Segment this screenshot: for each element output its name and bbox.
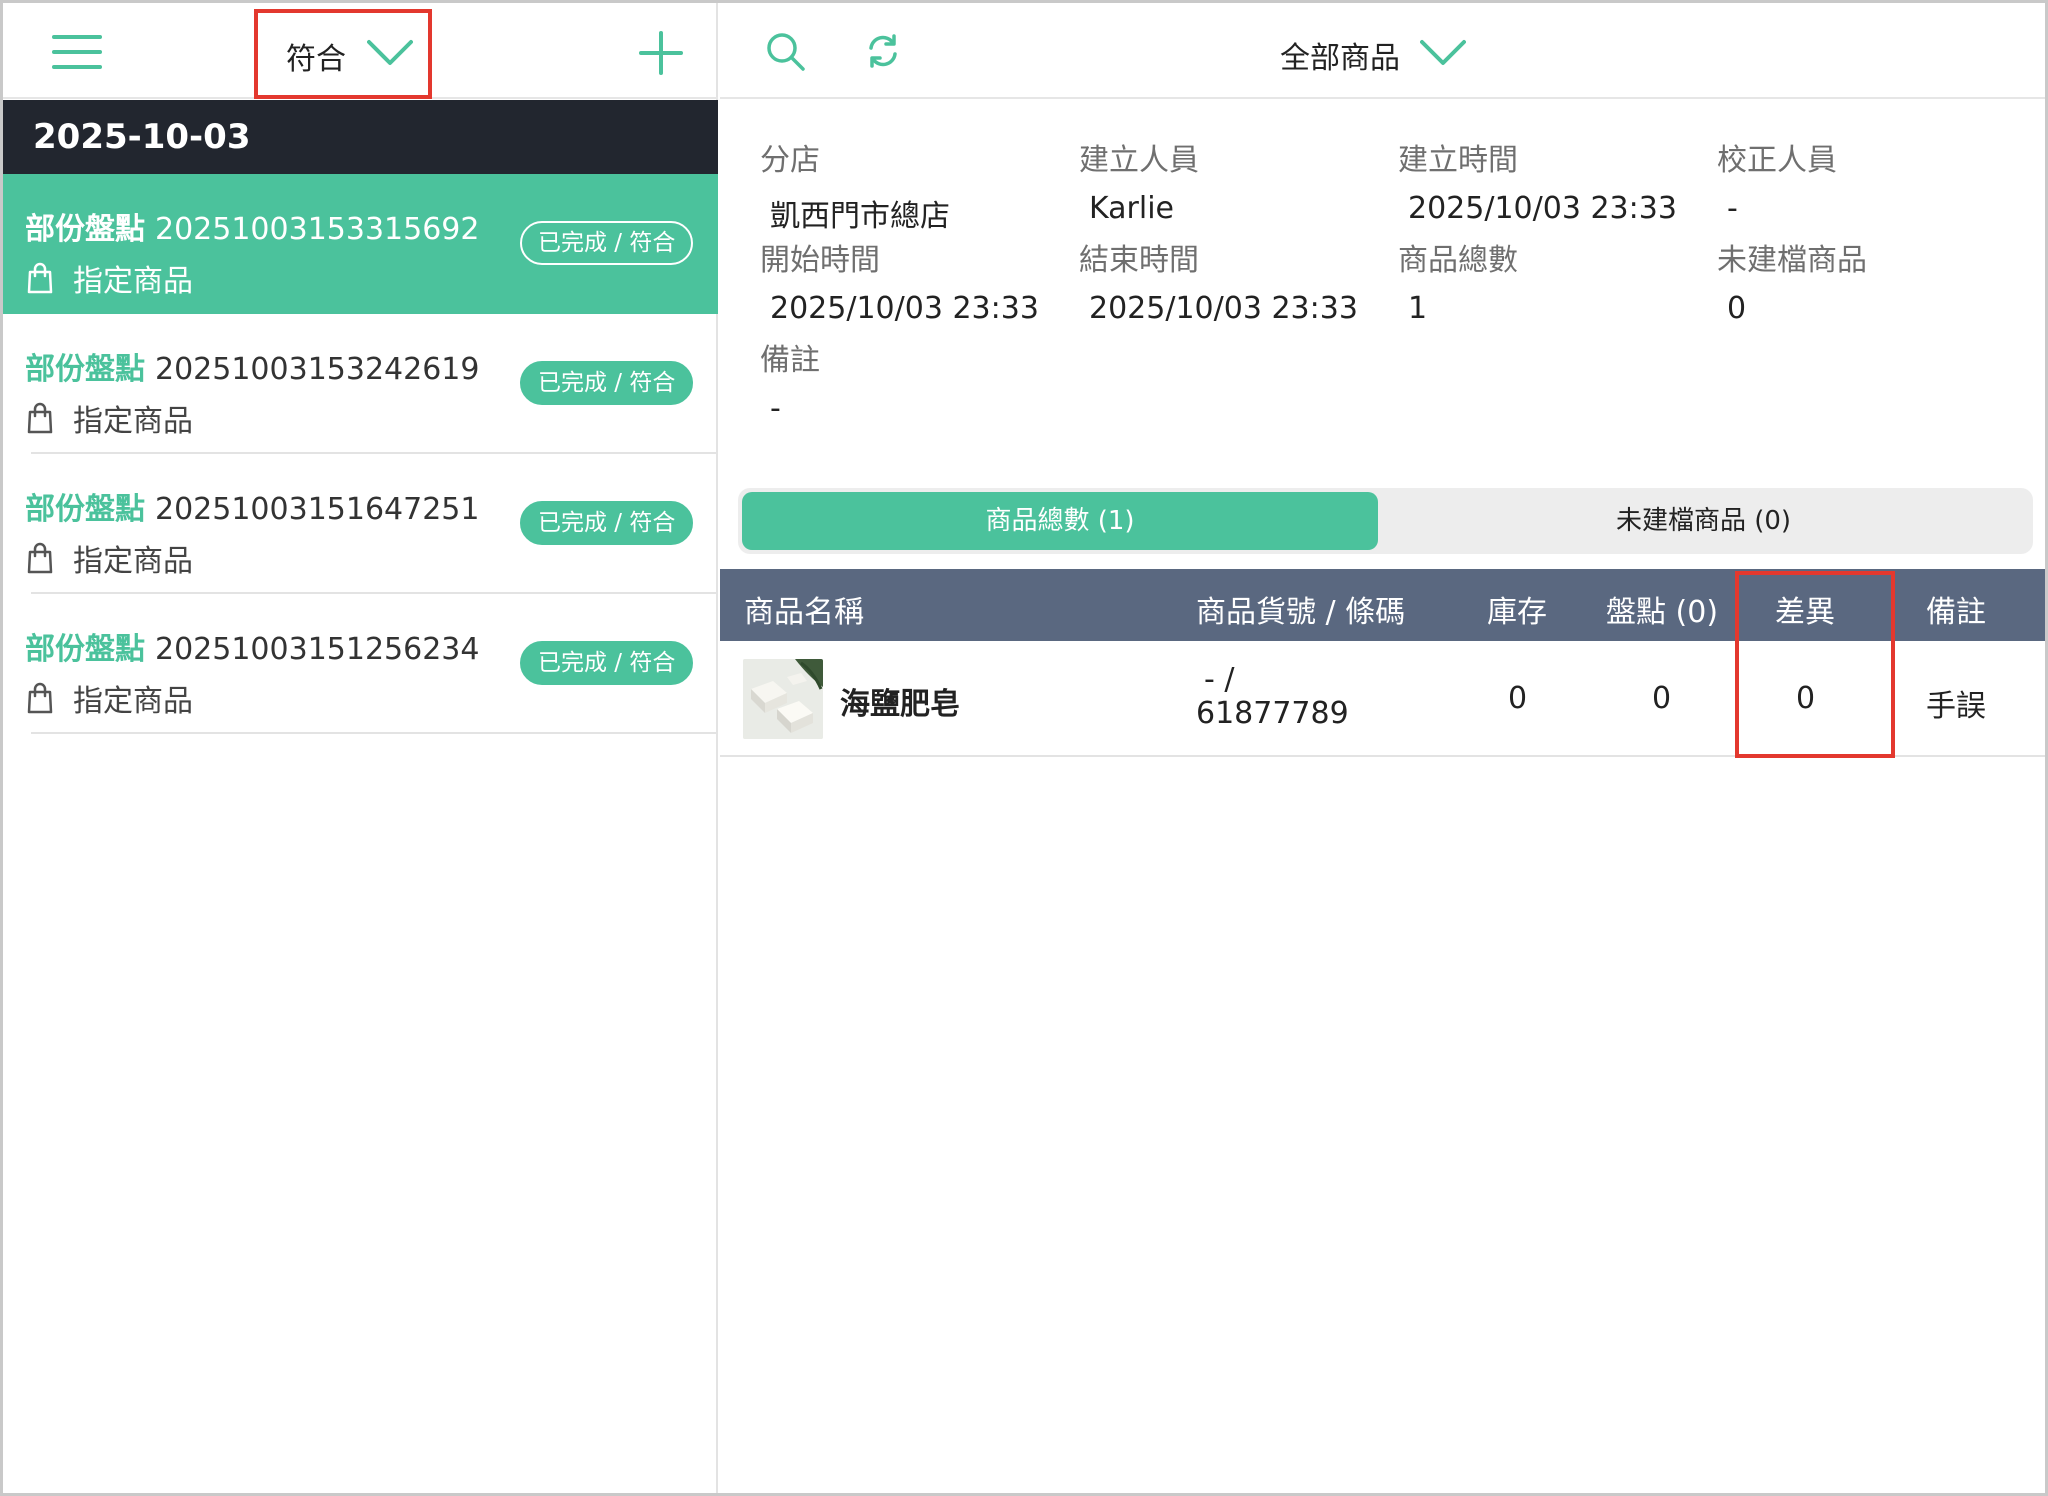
menu-icon[interactable] [52, 35, 102, 71]
detail-pane: 全部商品 分店 凱西門市總店 建立人員 Karlie 建立時間 2025/10/… [720, 3, 2045, 1493]
add-icon[interactable] [639, 31, 683, 75]
record-number: 20251003151647251 [155, 492, 480, 527]
info-branch: 分店 凱西門市總店 [760, 135, 950, 235]
status-filter-label: 符合 [286, 42, 346, 77]
search-icon[interactable] [766, 32, 806, 72]
record-subtitle-text: 指定商品 [73, 404, 193, 439]
stock-value: 0 [1508, 681, 1528, 716]
info-start-time: 開始時間 2025/10/03 23:33 [760, 235, 1039, 326]
record-title: 部份盤點 20251003151647251 [25, 484, 479, 528]
left-header: 符合 [3, 3, 718, 99]
info-value: 2025/10/03 23:33 [770, 291, 1039, 326]
item-tabs: 商品總數 (1) 未建檔商品 (0) [738, 488, 2033, 554]
record-title: 部份盤點 20251003153242619 [25, 344, 479, 388]
right-header: 全部商品 [720, 3, 2045, 99]
info-label: 開始時間 [760, 243, 880, 278]
record-subtitle-text: 指定商品 [73, 264, 193, 299]
record-subtitle: 指定商品 [27, 256, 193, 300]
record-title: 部份盤點 20251003151256234 [25, 624, 479, 668]
info-created-time: 建立時間 2025/10/03 23:33 [1398, 135, 1677, 226]
barcode-line: 61877789 [1196, 696, 1349, 731]
date-section-header: 2025-10-03 [3, 100, 718, 174]
column-header-diff: 差異 [1775, 595, 1835, 630]
record-title: 部份盤點 20251003153315692 [25, 204, 479, 248]
list-item[interactable]: 部份盤點 20251003153242619 指定商品 已完成 / 符合 [3, 314, 718, 454]
tab-unregistered-items[interactable]: 未建檔商品 (0) [1378, 492, 2029, 550]
info-corrector: 校正人員 - [1717, 135, 1837, 226]
list-item[interactable]: 部份盤點 20251003151647251 指定商品 已完成 / 符合 [3, 454, 718, 594]
record-subtitle: 指定商品 [27, 396, 193, 440]
chevron-down-icon [1420, 40, 1466, 65]
info-value: Karlie [1089, 191, 1174, 226]
info-unregistered: 未建檔商品 0 [1717, 235, 1867, 326]
product-name: 海鹽肥皂 [840, 687, 960, 722]
info-total-items: 商品總數 1 [1398, 235, 1518, 326]
info-value: 2025/10/03 23:33 [1408, 191, 1677, 226]
column-header-sku: 商品貨號 / 條碼 [1196, 595, 1406, 630]
tab-total-items[interactable]: 商品總數 (1) [742, 492, 1378, 550]
info-label: 分店 [760, 143, 820, 178]
shopping-bag-icon [27, 262, 53, 294]
shopping-bag-icon [27, 402, 53, 434]
column-header-stock: 庫存 [1487, 595, 1547, 630]
product-sku: - / 61877789 [1196, 663, 1349, 731]
record-subtitle: 指定商品 [27, 676, 193, 720]
info-value: 2025/10/03 23:33 [1089, 291, 1358, 326]
note-value: 手誤 [1926, 689, 1986, 724]
status-badge: 已完成 / 符合 [520, 501, 694, 545]
shopping-bag-icon [27, 682, 53, 714]
status-badge: 已完成 / 符合 [520, 361, 694, 405]
info-label: 校正人員 [1717, 143, 1837, 178]
info-creator: 建立人員 Karlie [1079, 135, 1199, 226]
shopping-bag-icon [27, 542, 53, 574]
record-list-pane: 符合 2025-10-03 部份盤點 20251003153315692 指定商品已… [3, 3, 718, 1493]
info-value: - [1727, 191, 1738, 226]
record-number: 20251003151256234 [155, 632, 480, 667]
record-type: 部份盤點 [25, 352, 145, 387]
column-header-counted: 盤點 (0) [1606, 595, 1719, 630]
record-subtitle-text: 指定商品 [73, 544, 193, 579]
table-row[interactable]: 海鹽肥皂 - / 61877789 0 0 0 手誤 [720, 641, 2045, 757]
info-end-time: 結束時間 2025/10/03 23:33 [1079, 235, 1358, 326]
info-label: 未建檔商品 [1717, 243, 1867, 278]
record-number: 20251003153315692 [155, 212, 480, 247]
info-value: 1 [1408, 291, 1428, 326]
info-label: 建立時間 [1398, 143, 1518, 178]
table-header: 商品名稱 商品貨號 / 條碼 庫存 盤點 (0) 差異 備註 [720, 569, 2045, 641]
diff-value: 0 [1796, 681, 1816, 716]
info-value: - [770, 391, 781, 426]
column-header-name: 商品名稱 [744, 595, 864, 630]
sku-line: - / [1204, 662, 1235, 697]
status-badge: 已完成 / 符合 [520, 641, 694, 685]
info-label: 結束時間 [1079, 243, 1199, 278]
record-type: 部份盤點 [25, 632, 145, 667]
info-label: 備註 [760, 343, 820, 378]
list-item[interactable]: 部份盤點 20251003153315692 指定商品 已完成 / 符合 [3, 174, 718, 314]
record-subtitle-text: 指定商品 [73, 684, 193, 719]
category-label: 全部商品 [1280, 41, 1400, 76]
counted-value: 0 [1652, 681, 1672, 716]
info-label: 建立人員 [1079, 143, 1199, 178]
record-number: 20251003153242619 [155, 352, 480, 387]
product-thumbnail [743, 659, 823, 739]
status-badge: 已完成 / 符合 [520, 221, 694, 265]
chevron-down-icon [367, 40, 413, 65]
column-header-note: 備註 [1926, 595, 1986, 630]
record-type: 部份盤點 [25, 212, 145, 247]
divider [31, 732, 718, 734]
refresh-icon[interactable] [866, 33, 900, 69]
record-type: 部份盤點 [25, 492, 145, 527]
record-subtitle: 指定商品 [27, 536, 193, 580]
info-label: 商品總數 [1398, 243, 1518, 278]
info-value: 0 [1727, 291, 1747, 326]
info-value: 凱西門市總店 [770, 199, 950, 234]
list-item[interactable]: 部份盤點 20251003151256234 指定商品 已完成 / 符合 [3, 594, 718, 734]
info-note: 備註 - [760, 335, 820, 426]
status-filter-dropdown[interactable]: 符合 [254, 9, 432, 99]
